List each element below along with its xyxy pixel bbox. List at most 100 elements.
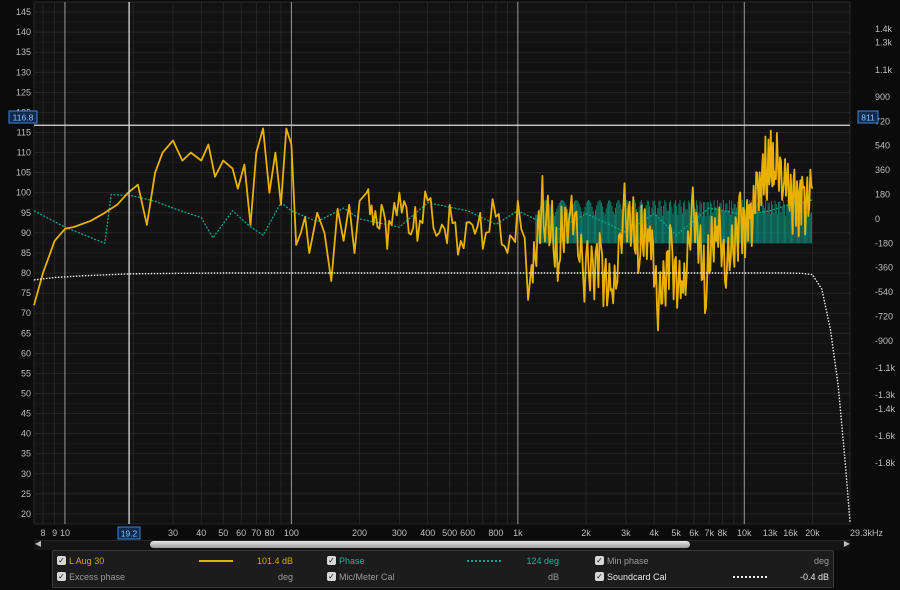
x-tick-label: 200 (352, 528, 367, 538)
y-tick-label-left: 145 (16, 7, 31, 17)
y-tick-label-right: 900 (875, 92, 890, 102)
legend-row-2: ✓ Excess phase deg ✓ Mic/Meter Cal dB ✓ … (53, 569, 833, 585)
measurement-line-swatch (199, 560, 233, 562)
x-tick-label: 50 (218, 528, 228, 538)
checkbox-phase[interactable]: ✓ (327, 556, 336, 565)
y-tick-label-left: 110 (17, 148, 31, 158)
phase-line-swatch (467, 560, 501, 562)
x-tick-label: 10k (737, 528, 752, 538)
x-tick-label: 100 (284, 528, 299, 538)
y-tick-label-left: 105 (16, 168, 31, 178)
y-cursor-value: 116.8 (13, 113, 34, 123)
y-tick-label-left: 125 (16, 87, 31, 97)
y-tick-label-left: 50 (21, 389, 31, 399)
y-tick-label-left: 30 (21, 469, 31, 479)
x-tick-label: 29.3kHz (850, 528, 884, 538)
x-tick-label: 4k (649, 528, 659, 538)
legend-phase-name: Phase (339, 556, 365, 566)
y-tick-label-left: 55 (21, 368, 31, 378)
x-tick-label: 16k (783, 528, 798, 538)
x-tick-label: 70 (251, 528, 261, 538)
y-tick-label-right: 0 (875, 214, 880, 224)
x-tick-label: 6k (689, 528, 699, 538)
x-tick-label: 8k (718, 528, 728, 538)
y-tick-label-left: 115 (17, 128, 31, 138)
x-tick-label: 20k (805, 528, 820, 538)
x-tick-label: 9 (52, 528, 57, 538)
y-tick-label-right: -540 (875, 287, 893, 297)
y-tick-label-left: 95 (21, 208, 31, 218)
y-cursor-readout[interactable]: 116.8 (8, 110, 38, 124)
y-tick-label-right: 1.1k (875, 65, 893, 75)
scroll-left-arrow-icon[interactable]: ◀ (34, 539, 42, 549)
legend-measurement-name: L Aug 30 (69, 556, 105, 566)
y-tick-label-right: 540 (875, 141, 890, 151)
y-tick-label-right: 1.3k (875, 38, 893, 48)
x-cursor-readout[interactable]: 19.2 (117, 526, 141, 540)
y-cursor-right-readout[interactable]: 811 (857, 110, 879, 124)
scrollbar-thumb[interactable] (150, 541, 690, 548)
x-tick-label: 40 (196, 528, 206, 538)
spl-phase-graph[interactable]: 1451401351301251201151101051009590858075… (0, 0, 900, 540)
y-tick-label-left: 70 (21, 308, 31, 318)
legend-min-phase-name: Min phase (607, 556, 649, 566)
y-tick-label-left: 100 (16, 188, 31, 198)
x-tick-label: 500 (442, 528, 457, 538)
x-cursor-value: 19.2 (121, 529, 138, 539)
y-tick-label-right: -1.6k (875, 431, 896, 441)
x-tick-label: 8 (40, 528, 45, 538)
y-tick-label-left: 135 (16, 47, 31, 57)
x-tick-label: 3k (621, 528, 631, 538)
legend-mic-meter-cal-value: dB (547, 572, 559, 582)
rew-spl-phase-window: 1451401351301251201151101051009590858075… (0, 0, 900, 590)
y-tick-label-left: 90 (21, 228, 31, 238)
x-tick-label: 60 (236, 528, 246, 538)
x-tick-label: 800 (488, 528, 503, 538)
y-tick-label-right: -360 (875, 263, 893, 273)
x-tick-label: 10 (60, 528, 70, 538)
y-cursor-right-value: 811 (861, 113, 875, 123)
scroll-right-arrow-icon[interactable]: ▶ (843, 539, 851, 549)
y-tick-label-right: -1.3k (875, 390, 896, 400)
x-tick-label: 1k (513, 528, 523, 538)
y-tick-label-right: -1.4k (875, 404, 896, 414)
x-tick-label: 5k (671, 528, 681, 538)
y-tick-label-left: 140 (16, 27, 31, 37)
legend-soundcard-cal-value: -0.4 dB (799, 572, 829, 582)
legend-soundcard-cal-name: Soundcard Cal (607, 572, 667, 582)
y-tick-label-right: 1.4k (875, 24, 893, 34)
legend-mic-meter-cal-name: Mic/Meter Cal (339, 572, 395, 582)
y-tick-label-left: 25 (21, 489, 31, 499)
legend-min-phase-value: deg (813, 556, 829, 566)
x-tick-label: 7k (704, 528, 714, 538)
x-tick-label: 2k (581, 528, 591, 538)
checkbox-soundcard-cal[interactable]: ✓ (595, 572, 604, 581)
checkbox-measurement[interactable]: ✓ (57, 556, 66, 565)
checkbox-min-phase[interactable]: ✓ (595, 556, 604, 565)
y-tick-label-right: -180 (875, 238, 893, 248)
y-tick-label-left: 80 (21, 268, 31, 278)
y-tick-label-left: 40 (21, 429, 31, 439)
legend-row-1: ✓ L Aug 30 101.4 dB ✓ Phase 124 deg ✓ Mi… (53, 553, 833, 569)
y-tick-label-right: 360 (875, 165, 890, 175)
soundcard-cal-line-swatch (733, 576, 767, 578)
checkbox-mic-meter-cal[interactable]: ✓ (327, 572, 336, 581)
y-tick-label-left: 75 (21, 288, 31, 298)
x-tick-label: 80 (264, 528, 274, 538)
y-tick-label-left: 65 (21, 328, 31, 338)
checkbox-excess-phase[interactable]: ✓ (57, 572, 66, 581)
x-tick-label: 30 (168, 528, 178, 538)
y-tick-label-right: 180 (875, 190, 890, 200)
y-tick-label-right: -720 (875, 312, 893, 322)
x-tick-label: 13k (763, 528, 778, 538)
legend-measurement-value: 101.4 dB (256, 556, 293, 566)
x-tick-label: 600 (460, 528, 475, 538)
x-tick-label: 400 (420, 528, 435, 538)
y-tick-label-left: 60 (21, 348, 31, 358)
y-tick-label-left: 20 (21, 509, 31, 519)
trace-legend-panel: ✓ L Aug 30 101.4 dB ✓ Phase 124 deg ✓ Mi… (52, 550, 834, 588)
y-tick-label-right: -1.1k (875, 363, 896, 373)
y-tick-label-right: -1.8k (875, 458, 896, 468)
y-tick-label-left: 85 (21, 248, 31, 258)
legend-phase-value: 124 deg (526, 556, 559, 566)
